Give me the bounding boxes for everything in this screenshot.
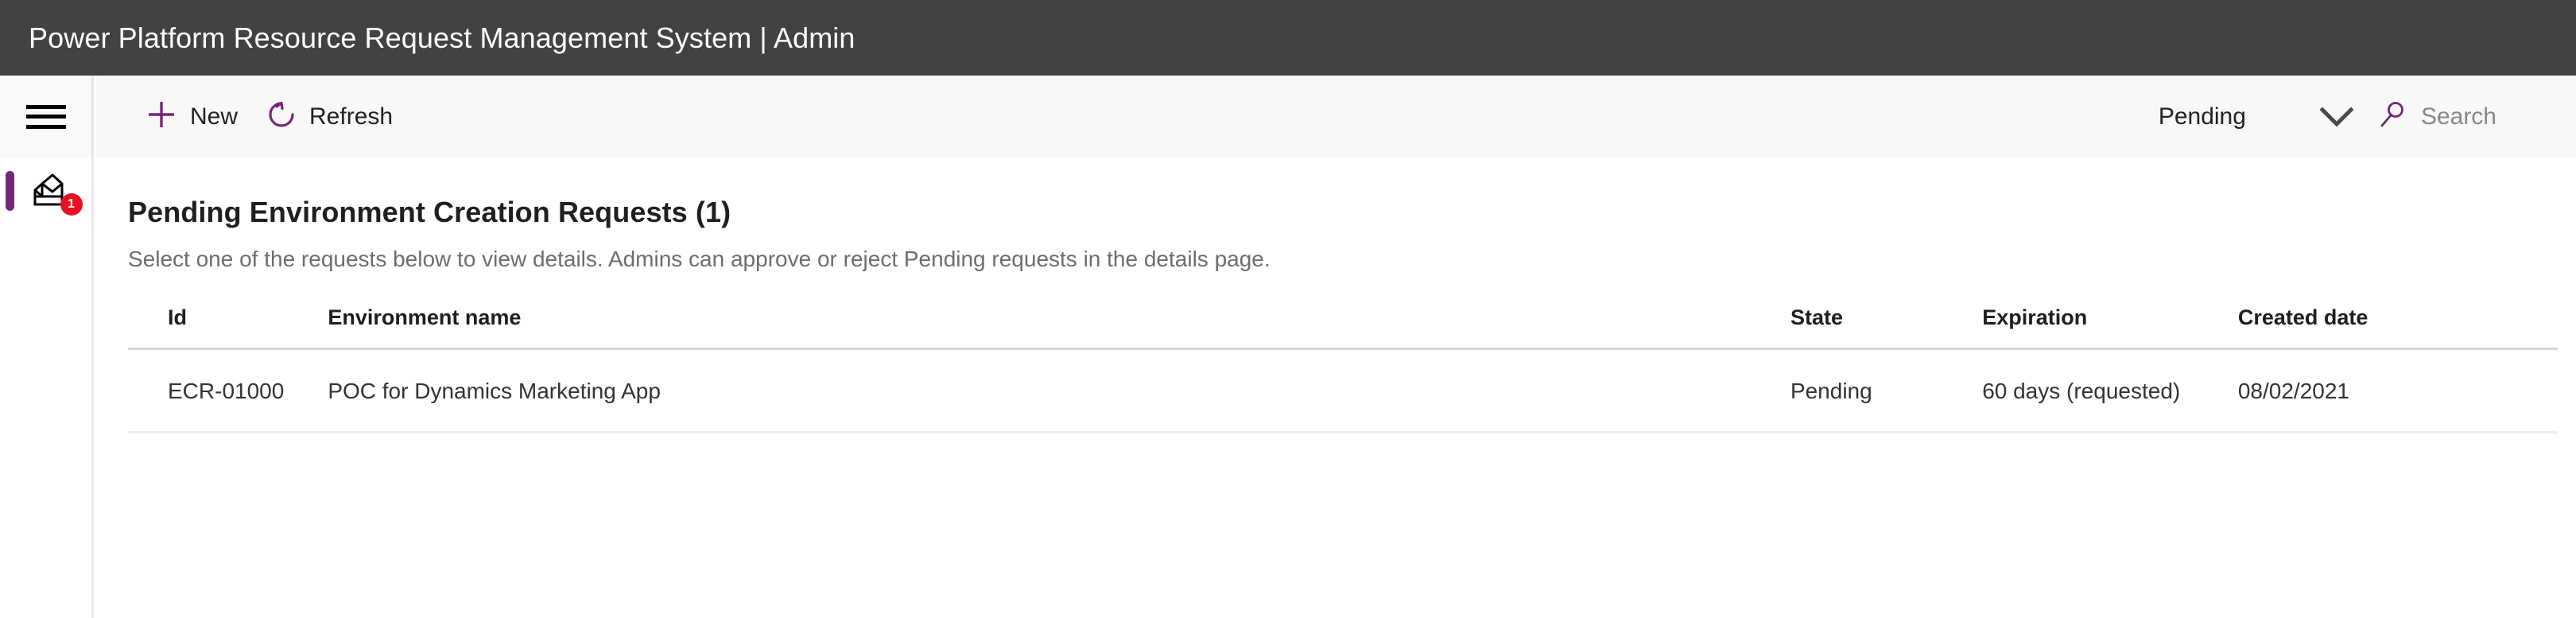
active-indicator <box>6 171 14 211</box>
cell-environment: POC for Dynamics Marketing App <box>328 348 1790 433</box>
refresh-button[interactable]: Refresh <box>252 76 407 157</box>
new-button-label: New <box>190 103 239 130</box>
column-header-id[interactable]: Id <box>128 305 328 350</box>
table-header: Id Environment name State Expiration Cre… <box>128 305 2558 350</box>
left-navigation-rail: 1 <box>0 76 94 618</box>
search-input[interactable]: Search <box>2421 103 2496 130</box>
column-header-expiration[interactable]: Expiration <box>1982 305 2238 350</box>
cell-state: Pending <box>1790 348 1983 433</box>
view-filter-value: Pending <box>2158 103 2246 130</box>
table-row[interactable]: ECR-01000 POC for Dynamics Marketing App… <box>128 348 2558 433</box>
cell-id: ECR-01000 <box>128 348 328 433</box>
search-icon <box>2378 100 2407 133</box>
column-header-environment[interactable]: Environment name <box>328 305 1790 350</box>
command-bar: New Refresh Pending Search <box>96 76 2576 157</box>
view-filter-selector[interactable]: Pending <box>2159 76 2246 157</box>
table-header-row: Id Environment name State Expiration Cre… <box>128 305 2558 350</box>
column-header-created[interactable]: Created date <box>2237 305 2558 350</box>
column-header-state[interactable]: State <box>1790 305 1983 350</box>
cell-expiration: 60 days (requested) <box>1982 348 2238 433</box>
page-subtitle: Select one of the requests below to view… <box>128 247 1271 271</box>
notification-badge: 1 <box>60 193 83 216</box>
plus-icon <box>145 99 177 134</box>
title-bar: Power Platform Resource Request Manageme… <box>0 0 2576 76</box>
sidebar-item-requests[interactable]: 1 <box>0 157 91 223</box>
rail-items-container: 1 <box>0 157 91 618</box>
table-body: ECR-01000 POC for Dynamics Marketing App… <box>128 348 2558 433</box>
requests-table: Id Environment name State Expiration Cre… <box>128 305 2558 433</box>
refresh-icon <box>266 99 297 134</box>
requests-table-container: Id Environment name State Expiration Cre… <box>128 305 2558 433</box>
search-box[interactable]: Search <box>2378 76 2496 157</box>
page-title: Pending Environment Creation Requests (1… <box>128 196 731 228</box>
chevron-down-icon[interactable] <box>2311 76 2362 157</box>
app-title: Power Platform Resource Request Manageme… <box>29 21 855 54</box>
hamburger-menu-icon <box>25 104 66 129</box>
cell-created: 08/02/2021 <box>2237 348 2558 433</box>
hamburger-menu-button[interactable] <box>0 76 91 157</box>
refresh-button-label: Refresh <box>309 103 394 130</box>
new-button[interactable]: New <box>131 76 252 157</box>
inbox-tray-icon: 1 <box>32 173 83 216</box>
main-content: Pending Environment Creation Requests (1… <box>96 157 2576 618</box>
